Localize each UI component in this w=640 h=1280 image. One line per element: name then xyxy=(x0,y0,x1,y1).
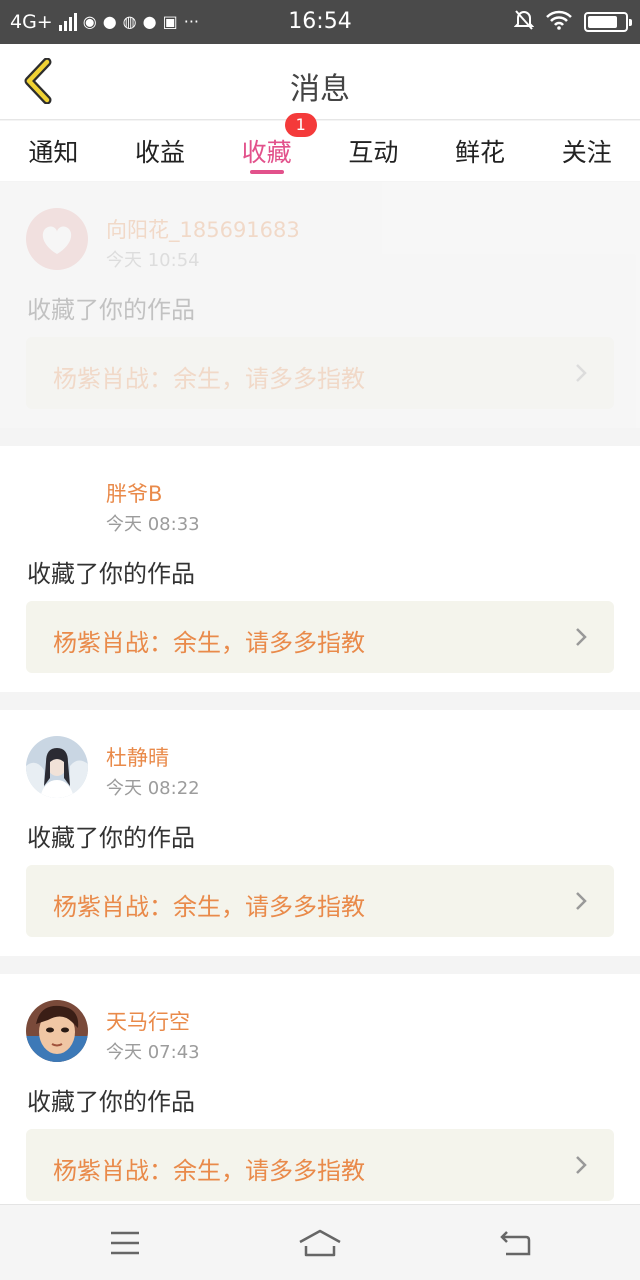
back-nav-icon xyxy=(500,1231,531,1256)
action-text: 收藏了你的作品 xyxy=(27,1088,195,1116)
tab-favorites[interactable]: 收藏 1 xyxy=(213,113,320,181)
menu-button[interactable] xyxy=(100,1223,150,1263)
message-card: 天马行空 今天 07:43 收藏了你的作品 杨紫肖战：余生，请多多指教 xyxy=(0,974,640,1204)
system-nav-bar xyxy=(0,1204,640,1280)
page-title: 消息 xyxy=(290,72,350,107)
avatar[interactable] xyxy=(26,208,88,270)
tab-follows[interactable]: 关注 xyxy=(533,121,640,181)
home-icon xyxy=(299,1229,341,1257)
message-list[interactable]: 向阳花_185691683 今天 10:54 收藏了你的作品 杨紫肖战：余生，请… xyxy=(0,182,640,1204)
back-nav-button[interactable] xyxy=(490,1223,540,1263)
chevron-right-icon xyxy=(576,892,587,910)
avatar[interactable] xyxy=(26,472,88,534)
active-tab-indicator xyxy=(249,170,284,174)
menu-icon xyxy=(111,1231,139,1255)
tab-bar: 通知 收益 收藏 1 互动 鲜花 关注 xyxy=(0,113,640,181)
work-title: 杨紫肖战：余生，请多多指教 xyxy=(53,629,365,657)
work-link[interactable]: 杨紫肖战：余生，请多多指教 xyxy=(26,1129,614,1201)
home-button[interactable] xyxy=(295,1223,345,1263)
timestamp: 今天 10:54 xyxy=(106,250,200,271)
action-text: 收藏了你的作品 xyxy=(27,560,195,588)
tab-label: 收益 xyxy=(135,138,186,167)
avatar[interactable] xyxy=(26,736,88,798)
work-link[interactable]: 杨紫肖战：余生，请多多指教 xyxy=(26,337,614,409)
timestamp: 今天 07:43 xyxy=(106,1042,200,1063)
tab-label: 关注 xyxy=(561,138,612,167)
work-link[interactable]: 杨紫肖战：余生，请多多指教 xyxy=(26,601,614,673)
battery-icon xyxy=(584,12,632,32)
tab-earnings[interactable]: 收益 xyxy=(107,121,214,181)
username[interactable]: 天马行空 xyxy=(106,1006,190,1036)
work-title: 杨紫肖战：余生，请多多指教 xyxy=(53,1157,365,1185)
chevron-right-icon xyxy=(576,364,587,382)
tab-notifications[interactable]: 通知 xyxy=(0,121,107,181)
wifi-icon xyxy=(546,10,572,34)
chevron-right-icon xyxy=(576,628,587,646)
username[interactable]: 向阳花_185691683 xyxy=(106,214,300,244)
tab-flowers[interactable]: 鲜花 xyxy=(427,121,534,181)
action-text: 收藏了你的作品 xyxy=(27,296,195,324)
work-link[interactable]: 杨紫肖战：余生，请多多指教 xyxy=(26,865,614,937)
timestamp: 今天 08:22 xyxy=(106,778,200,799)
tab-label: 鲜花 xyxy=(455,138,506,167)
message-card: 杜静晴 今天 08:22 收藏了你的作品 杨紫肖战：余生，请多多指教 xyxy=(0,710,640,956)
chevron-right-icon xyxy=(576,1156,587,1174)
status-right xyxy=(513,0,632,44)
unread-badge: 1 xyxy=(284,113,317,137)
tab-interactions[interactable]: 互动 xyxy=(320,121,427,181)
mute-bell-icon xyxy=(513,9,535,35)
username[interactable]: 杜静晴 xyxy=(106,742,169,772)
work-title: 杨紫肖战：余生，请多多指教 xyxy=(53,365,365,393)
action-text: 收藏了你的作品 xyxy=(27,824,195,852)
tab-label: 通知 xyxy=(28,138,79,167)
tab-label: 收藏 xyxy=(241,138,292,167)
message-card: 向阳花_185691683 今天 10:54 收藏了你的作品 杨紫肖战：余生，请… xyxy=(0,182,640,428)
status-bar: 4G+ ◉ ● ◍ ● ▣ ··· 16:54 xyxy=(0,0,640,44)
avatar[interactable] xyxy=(26,1000,88,1062)
message-card: 胖爷B 今天 08:33 收藏了你的作品 杨紫肖战：余生，请多多指教 xyxy=(0,446,640,692)
timestamp: 今天 08:33 xyxy=(106,514,200,535)
username[interactable]: 胖爷B xyxy=(106,478,162,508)
tab-label: 互动 xyxy=(348,138,399,167)
page-header: 消息 xyxy=(0,44,640,120)
work-title: 杨紫肖战：余生，请多多指教 xyxy=(53,893,365,921)
